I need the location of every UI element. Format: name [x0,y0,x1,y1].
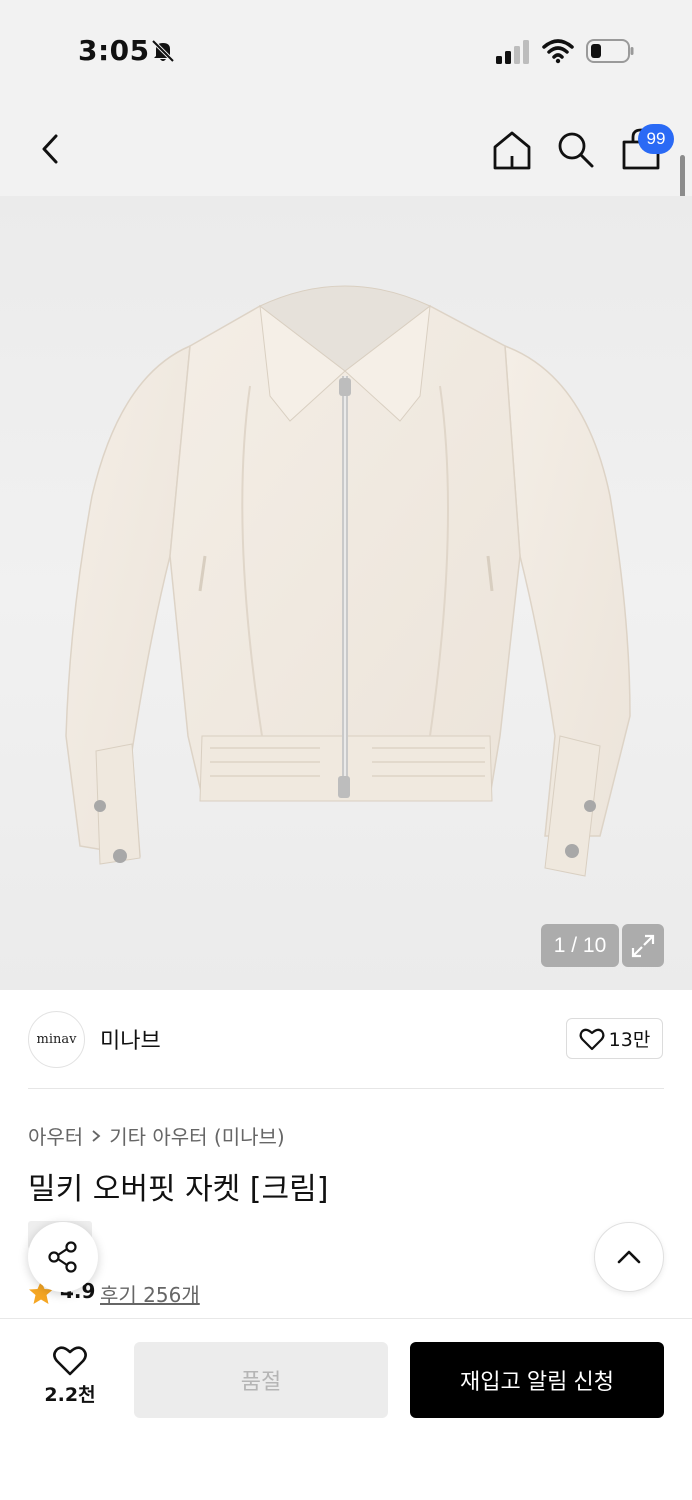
expand-button[interactable] [622,924,664,967]
home-icon[interactable] [490,128,534,172]
expand-icon [631,934,655,957]
scroll-to-top-button[interactable] [594,1222,664,1292]
image-counter: 1 / 10 [541,924,619,967]
product-title: 밀키 오버핏 자켓 [크림] [28,1172,329,1207]
signal-icon [496,40,529,64]
search-icon[interactable] [554,128,596,170]
product-image-gallery[interactable] [0,196,692,990]
divider [28,1088,664,1089]
heart-icon [53,1346,87,1376]
cart-count-badge: 99 [638,124,674,154]
wishlist-button[interactable]: 2.2천 [28,1344,112,1416]
wishlist-count: 2.2천 [44,1384,96,1406]
back-icon[interactable] [30,126,70,172]
bell-off-icon [151,39,175,63]
chevron-right-icon [92,1129,101,1142]
status-bar: 3:05 [0,0,692,100]
breadcrumb-item[interactable]: 기타 아우터 (미나브) [109,1121,285,1150]
breadcrumb-item[interactable]: 아우터 [28,1121,83,1150]
heart-icon [579,1028,605,1050]
battery-icon [586,39,634,63]
brand-logo[interactable]: minav [28,1011,85,1068]
brand-like-button[interactable]: 13만 [566,1018,663,1059]
soldout-button[interactable]: 품절 [134,1342,388,1418]
brand-like-count: 13만 [608,1029,651,1051]
restock-alert-button[interactable]: 재입고 알림 신청 [410,1342,664,1418]
wifi-icon [542,39,574,64]
jacket-image [65,285,631,877]
chevron-up-icon [617,1250,641,1264]
breadcrumb: 아우터 기타 아우터 (미나브) [28,1121,285,1150]
share-button[interactable] [28,1222,98,1292]
top-nav-bar [0,100,692,196]
review-count-link[interactable]: 후기 256개 [100,1279,200,1308]
brand-name[interactable]: 미나브 [100,1023,161,1055]
share-icon [48,1241,77,1273]
status-time: 3:05 [78,34,150,67]
